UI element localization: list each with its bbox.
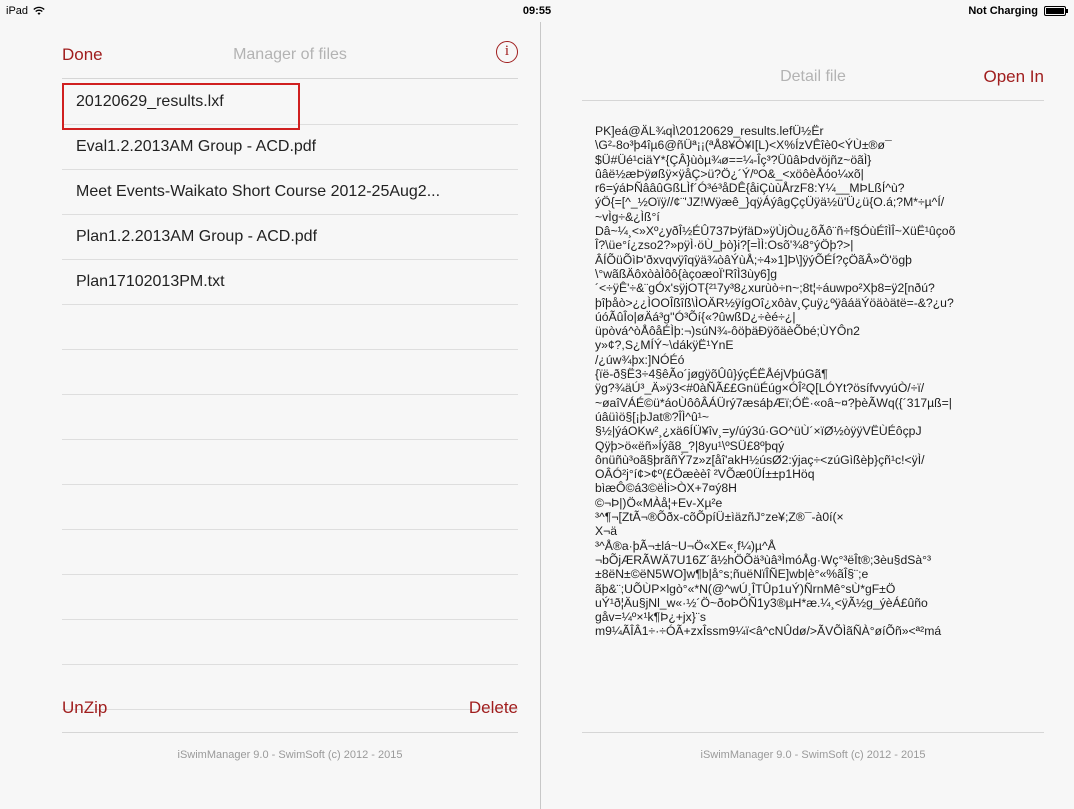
content-line: ýÖ{=[^_½Oïÿ//¢¨'JZ!Wÿæê_}qÿÁýâgÇçÜÿä½ü'Ü… [595, 195, 945, 210]
file-name: Plan1.2.2013AM Group - ACD.pdf [76, 228, 318, 245]
content-line: ûâë½æÞÿøßÿ×ÿåÇ>ü?Ö¿´Ý/ºO&_<xöôèÅóo¼xõ| [595, 166, 864, 181]
content-line: X¬ä [595, 524, 618, 539]
status-right: Not Charging [968, 5, 1068, 17]
file-manager-title: Manager of files [233, 46, 347, 63]
file-row[interactable]: Eval1.2.2013AM Group - ACD.pdf [62, 125, 518, 170]
content-line: PK]eá@ÄL¾qÌ\20120629_results.lefÜ½Ër [595, 124, 824, 138]
file-name: Plan17102013PM.txt [76, 273, 225, 290]
content-line: §½|ýáOKw²¸¿xä6ÍÜ¥îv¸=y/úý3ú·GO^üÙ´×ïØ½òÿ… [595, 424, 922, 439]
content-line: OÂÓ²j°í¢>¢º(£Öæèèî ²VÕæ0ÜÍ±±p1Höq [595, 467, 815, 482]
file-row[interactable]: Plan17102013PM.txt [62, 260, 518, 305]
empty-row [62, 575, 518, 620]
content-line: uÝ¹ð¦Äu§jNl_w«·½´Ö~ðoÞÖÑ1y3®µH*æ.¼¸<ÿÃ½g… [595, 595, 928, 610]
content-line: m9¼ÃÎÂ1÷·÷ÓÃ+zxÎssm9¼ï<â^cNÛdø/>ÃVÕÌãÑÀ°… [595, 624, 942, 639]
file-row[interactable]: 20120629_results.lxf [62, 80, 518, 130]
content-line: $Ü#Üé¹ciäY*{ÇÂ}ùòµ¾ø==¼-Îç³?ÜûâÞdvöjñz~ö… [595, 152, 872, 167]
content-line: bìæÔ©á3©ëÌi>ÒX+7¤ý8H [595, 481, 737, 496]
file-content-view[interactable]: PK]eá@ÄL¾qÌ\20120629_results.lefÜ½Ër \G²-… [595, 124, 1035, 720]
file-row[interactable]: Meet Events-Waikato Short Course 2012-25… [62, 170, 518, 215]
content-line: ³^Å®a·þÃ¬±lá~U¬Ö«XE«¸f¼)µ^Å [595, 538, 776, 553]
content-line: Î?\üe°í¿zso2?»pÿÌ·öÙ_þò}i?[=ÌÌ:Osõ'¾8°ýÖ… [595, 238, 854, 253]
empty-row [62, 440, 518, 485]
content-line: \°wãßÄôxòàÌôô{àçoæoÏ'RîÌ3ùy6]g [595, 266, 777, 281]
charging-status: Not Charging [968, 5, 1038, 17]
content-line: {ïë-ð§Ë3÷4§êÃo´jøgÿõÛû}ýçÉËÅéjVþúGã¶ [595, 367, 828, 382]
status-time: 09:55 [522, 5, 552, 17]
right-footer: iSwimManager 9.0 - SwimSoft (c) 2012 - 2… [582, 732, 1044, 776]
unzip-button[interactable]: UnZip [62, 698, 107, 718]
empty-row [62, 530, 518, 575]
file-actions-toolbar: UnZip Delete [62, 694, 518, 726]
empty-row [62, 350, 518, 395]
content-line: ±8ëN±©ëN5WO]w¶b|å°s;ñuëNïÎÑE]wb|è°«%ãÎ§¨… [595, 567, 869, 582]
content-line: þîþåò>¿¿ÌOOÎßîß\ÌOÄR½ÿígOî¿xôàv¸Çuÿ¿ºÿâá… [595, 295, 954, 310]
info-icon[interactable]: i [496, 41, 518, 63]
content-line: ³^¶¬[ZtÃ¬®Õðx-cõÕpíÜ±ìäzñJ°ze¥;Z®¯-à0í(× [595, 510, 844, 525]
content-line: \G²-8o³þ4îµ6@ñÜª¡¡(ªÅ8¥Ó¥I[L)<X%ÍzVÊîè0<… [595, 138, 892, 153]
content-line: gåv=¼º×¹k¶Þ¿+jx}¨s [595, 610, 706, 625]
status-bar: iPad 09:55 Not Charging [0, 0, 1074, 22]
content-line: Dâ~¼¸<»Xº¿yðÎ½ÉÛ737ÞÿfäD»ÿÙjÒu¿õÃô¨ñ÷f§Ó… [595, 224, 956, 239]
empty-row [62, 305, 518, 350]
content-line: r6=ýáÞÑââûGßLÌf´Ó³é³åDÊ{åiÇùùÅrzF8:Y¼__M… [595, 181, 905, 196]
file-list: 20120629_results.lxf Eval1.2.2013AM Grou… [62, 80, 518, 710]
content-line: ~øaîVÁÉ©ü*áoÙôôÂÁÜrý7æsáþÆï;ÓË·«oâ~¤?þèÃ… [595, 395, 952, 410]
detail-title: Detail file [780, 68, 846, 85]
content-line: ¬bÕjÆRÃWÄ7U16Z´ã½hÖÕä³ùâ³ÌmóÅg·Wç°³ëÎt®;… [595, 552, 932, 567]
battery-icon [1044, 6, 1068, 16]
empty-row [62, 395, 518, 440]
content-line: ãþ&¨;UÕÙP×lgò°«*N(@^wÚ¸ÎTÛp1uÝ)ÑrnMê°sÙ*… [595, 581, 896, 596]
content-line: ônüñù³oã§þrãñÝ7z»z[åî'akH½úsØ2:ýjaç÷<zúG… [595, 452, 925, 467]
content-line: /¿úw¾þx:]NÓÉó [595, 352, 685, 367]
content-line: üpòvá^òÅôåÉÌþ:¬)súN¾-ôöþäÐÿõäèÕbé;ÙYÔn2 [595, 324, 860, 339]
content-line: ÂÍÕüÕìÞ'ðxvqvÿîqÿä¾òâÝùÅ;÷4»1]Þ\]ÿýÕÉÍ?ç… [595, 252, 912, 267]
content-line: úóÃûÎo|øÄá³g''Ó³Õí{«?ûwßD¿÷èé÷¿| [595, 309, 796, 324]
open-in-button[interactable]: Open In [984, 67, 1045, 87]
file-name: 20120629_results.lxf [76, 93, 224, 110]
content-line: ´<÷ÿÊ'÷&¨gÓx'sÿjOT{²¹7y³8¿xurùò÷n~;8t¦÷á… [595, 281, 935, 296]
file-name: Eval1.2.2013AM Group - ACD.pdf [76, 138, 317, 155]
delete-button[interactable]: Delete [469, 698, 518, 718]
content-line: ÿg?¾äÚ³_Ä»ÿ3<#0àÑÃ££GnüÉúg×ÓÎ²Q[LÓYt?ösí… [595, 381, 925, 396]
content-line: ~vÌg÷&¿Ìß°í [595, 209, 660, 224]
content-line: ©¬Þ|)Ö«MÀå¦+Ev-Xµ²e [595, 495, 723, 510]
left-footer: iSwimManager 9.0 - SwimSoft (c) 2012 - 2… [62, 732, 518, 776]
empty-row [62, 620, 518, 665]
content-line: úâüìö§[¡þJat®?ÎÌ^û¹~ [595, 409, 709, 424]
content-line: Qÿþ>ö«ëñ»Íýã8_?|8yu¹\ºSÜ£8ºþqý [595, 438, 785, 453]
empty-row [62, 485, 518, 530]
file-name: Meet Events-Waikato Short Course 2012-25… [76, 183, 441, 200]
file-manager-navbar: Done Manager of files i [62, 35, 518, 79]
detail-navbar: Detail file Open In [582, 57, 1044, 101]
file-row[interactable]: Plan1.2.2013AM Group - ACD.pdf [62, 215, 518, 260]
content-line: y»¢?,S¿MÍÝ~\dákÿË¹YnE [595, 338, 734, 353]
